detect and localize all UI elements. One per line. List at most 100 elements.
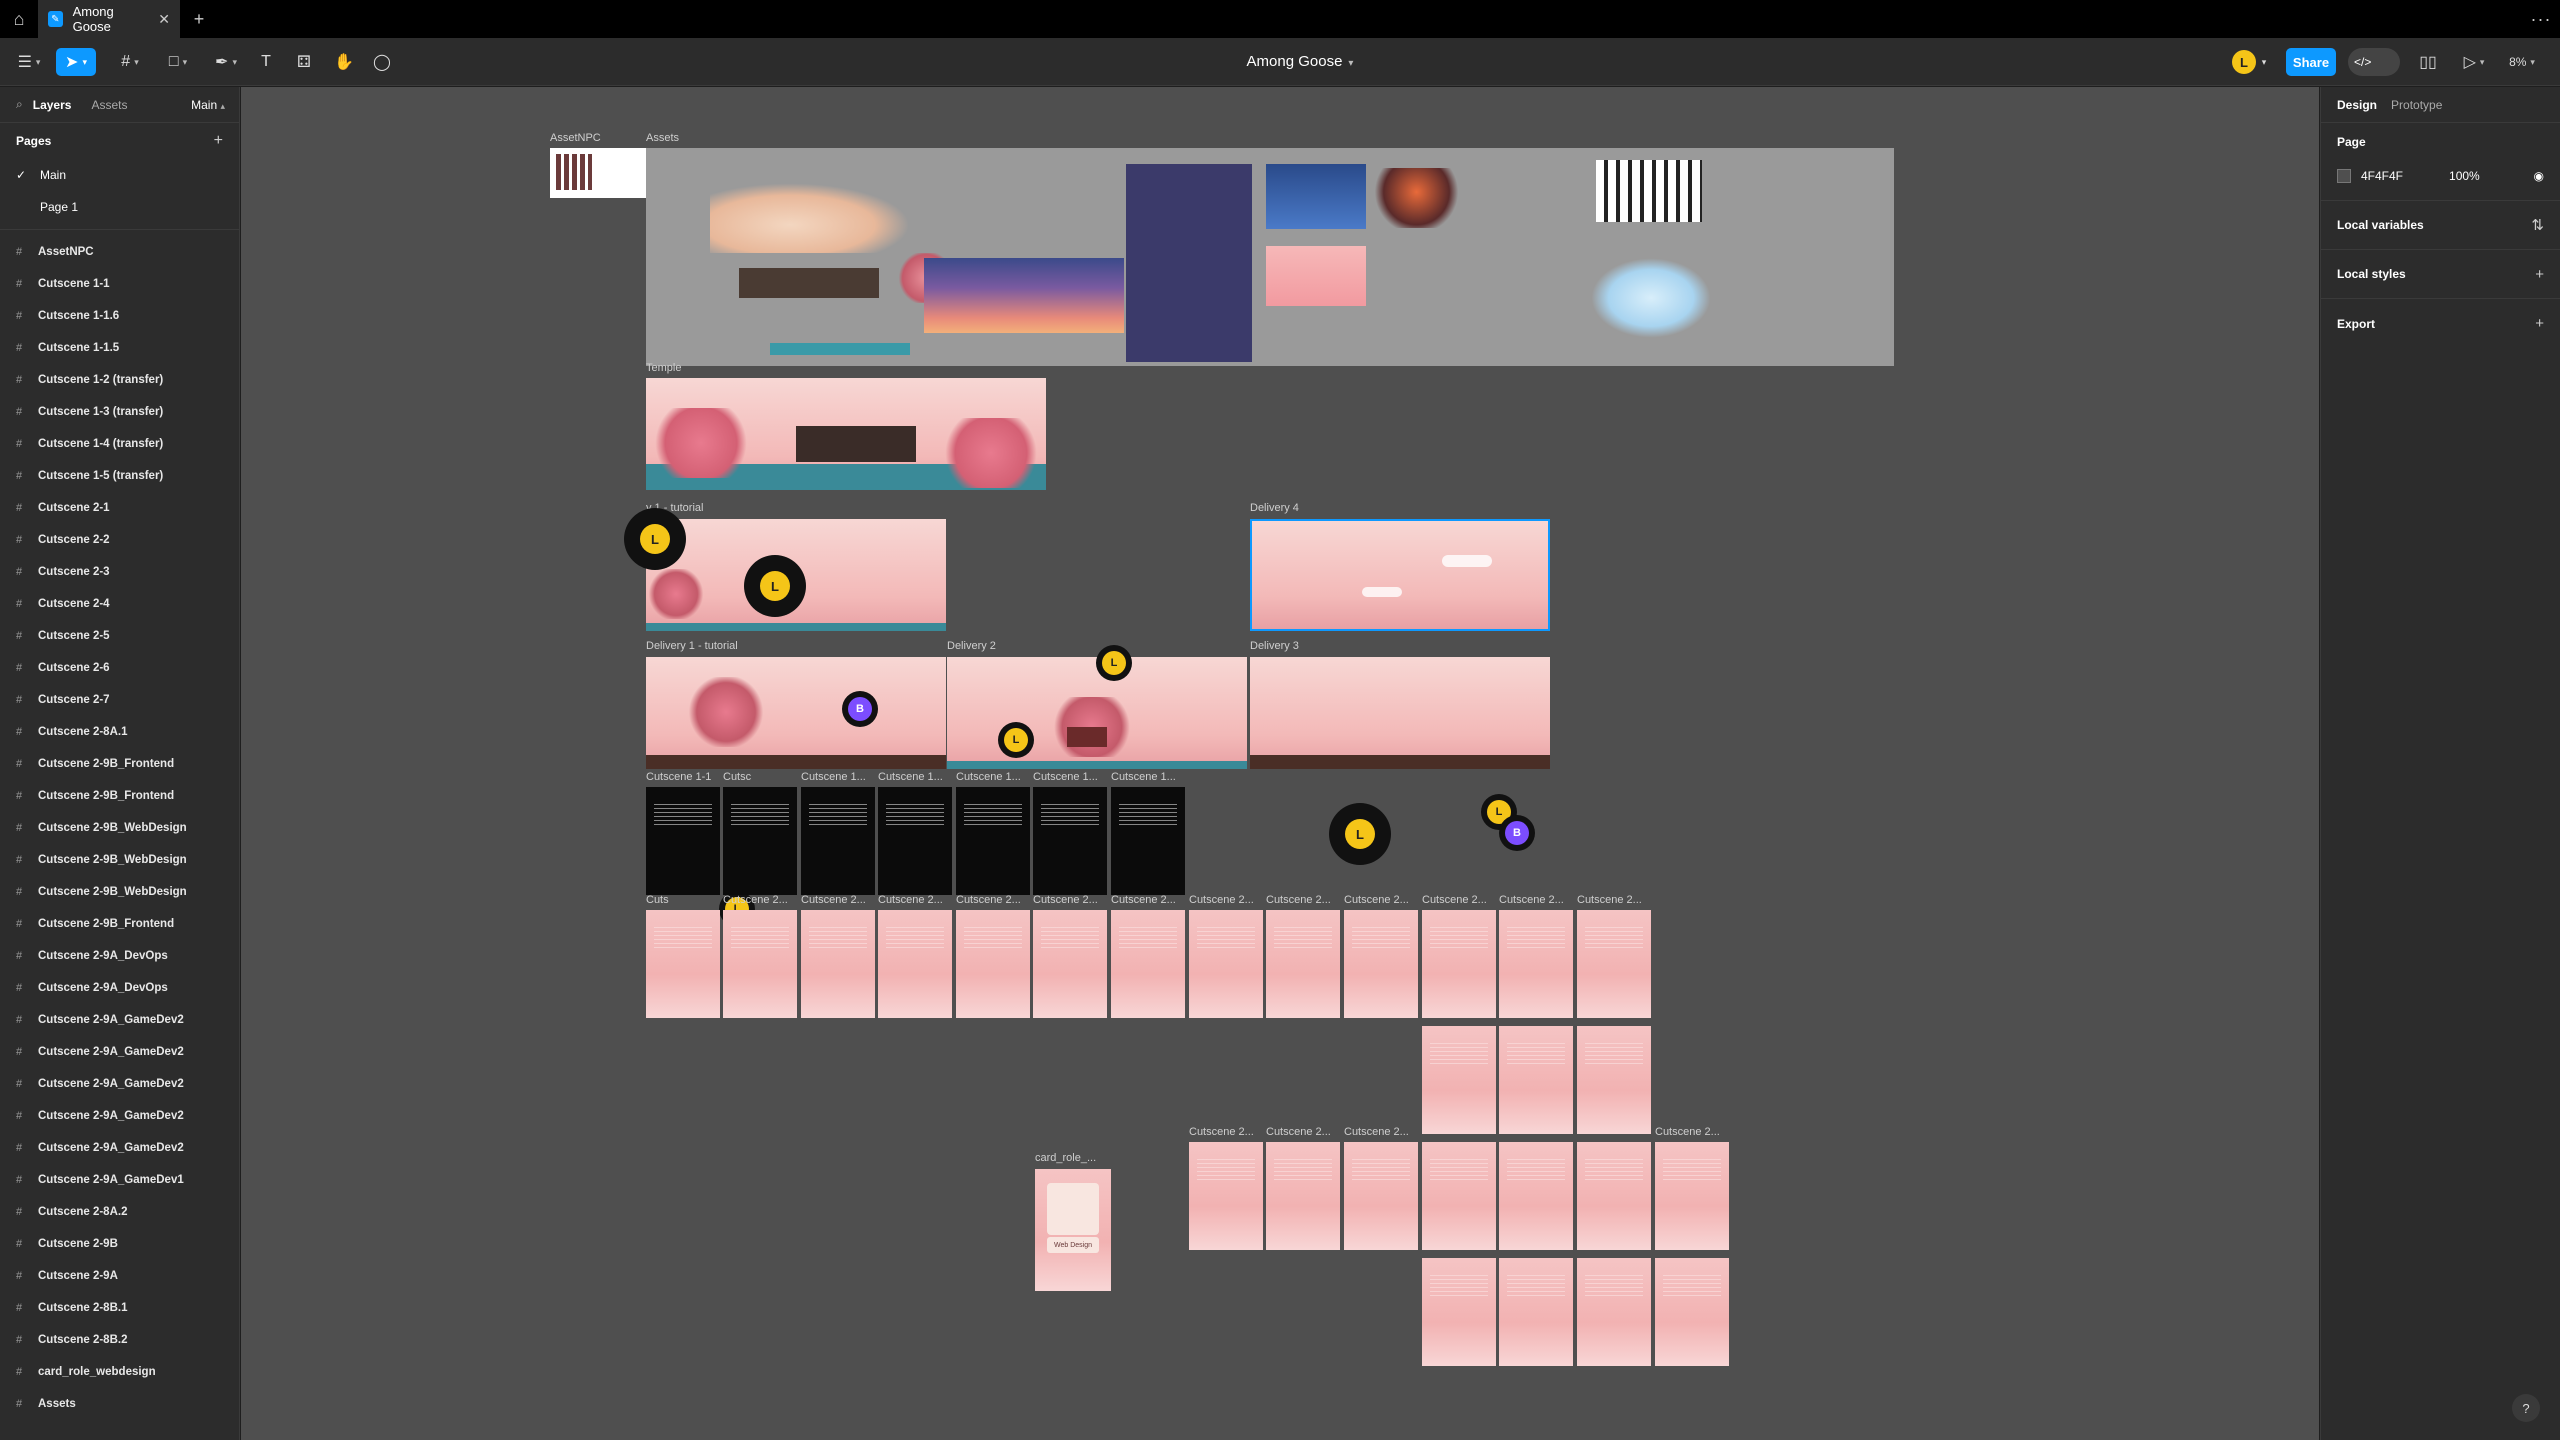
frame-card-role-webdesign[interactable]: Web Design [1035, 1169, 1111, 1291]
layer-item[interactable]: # Cutscene 2-9B [0, 1228, 239, 1260]
frame-cutscene-1[interactable] [1033, 787, 1107, 895]
frame-delivery3[interactable] [1250, 657, 1550, 769]
layer-item[interactable]: # card_role_webdesign [0, 1356, 239, 1388]
fill-hex[interactable]: 4F4F4F [2361, 169, 2403, 183]
frame-cutscene-2[interactable] [1499, 910, 1573, 1018]
add-export-button[interactable]: + [2535, 315, 2544, 332]
frame-cutscene-2[interactable] [956, 910, 1030, 1018]
frame-delivery4[interactable] [1250, 519, 1550, 631]
frame-assets[interactable] [646, 148, 1894, 366]
page-selector[interactable]: Main ▴ [191, 98, 225, 112]
layer-item[interactable]: # Cutscene 2-2 [0, 524, 239, 556]
tab-assets[interactable]: Assets [91, 98, 127, 112]
frame-cutscene-2[interactable] [1499, 1142, 1573, 1250]
layer-item[interactable]: # Cutscene 2-1 [0, 492, 239, 524]
dev-mode-toggle[interactable]: </> [2348, 48, 2400, 76]
chevron-down-icon[interactable]: ▾ [2256, 48, 2272, 76]
frame-cutscene-1[interactable] [956, 787, 1030, 895]
layer-item[interactable]: # Cutscene 2-8B.2 [0, 1324, 239, 1356]
layer-item[interactable]: # Assets [0, 1388, 239, 1420]
frame-cutscene-2[interactable] [1499, 1026, 1573, 1134]
layer-item[interactable]: # Cutscene 2-5 [0, 620, 239, 652]
layer-item[interactable]: # Cutscene 2-9B_WebDesign [0, 812, 239, 844]
local-styles-section[interactable]: Local styles + [2321, 250, 2560, 299]
layer-item[interactable]: # Cutscene 2-9A_DevOps [0, 972, 239, 1004]
frame-cutscene-2[interactable] [1344, 910, 1418, 1018]
zoom-dropdown[interactable]: 8% ▾ [2500, 48, 2544, 76]
add-style-button[interactable]: + [2535, 266, 2544, 283]
page-item[interactable]: ✓ Main [0, 159, 239, 191]
layer-item[interactable]: # Cutscene 2-3 [0, 556, 239, 588]
layer-item[interactable]: # Cutscene 2-8A.2 [0, 1196, 239, 1228]
layer-item[interactable]: # Cutscene 1-4 (transfer) [0, 428, 239, 460]
frame-cutscene-2[interactable] [646, 910, 720, 1018]
page-fill-row[interactable]: 4F4F4F 100% ◉ [2321, 161, 2560, 191]
home-icon[interactable]: ⌂ [0, 0, 38, 38]
frame-cutscene-2[interactable] [1422, 1026, 1496, 1134]
frame-cutscene-2[interactable] [1422, 910, 1496, 1018]
local-variables-section[interactable]: Local variables ⇅ [2321, 201, 2560, 250]
layer-item[interactable]: # Cutscene 2-9A_GameDev2 [0, 1100, 239, 1132]
tab-among-goose[interactable]: ✎ Among Goose ✕ [38, 0, 180, 38]
layer-item[interactable]: # Cutscene 2-9A_GameDev2 [0, 1036, 239, 1068]
frame-cutscene-1[interactable] [723, 787, 797, 895]
tab-design[interactable]: Design [2337, 98, 2377, 112]
frame-cutscene-2[interactable] [1577, 1142, 1651, 1250]
frame-cutscene-2[interactable] [1577, 910, 1651, 1018]
present-icon[interactable]: ▷ ▾ [2456, 48, 2492, 76]
layer-item[interactable]: # Cutscene 2-9B_WebDesign [0, 876, 239, 908]
document-title[interactable]: Among Goose ▾ [1200, 53, 1400, 70]
layer-item[interactable]: # Cutscene 2-9A_GameDev2 [0, 1132, 239, 1164]
more-menu-icon[interactable]: ··· [2522, 9, 2560, 30]
canvas[interactable]: AssetNPC Assets Temple y 1 - tutorial L … [241, 87, 2319, 1440]
add-page-button[interactable]: + [214, 132, 223, 150]
hand-tool-icon[interactable]: ✋ [330, 48, 358, 76]
frame-temple[interactable] [646, 378, 1046, 490]
frame-tool-icon[interactable]: # ▾ [110, 48, 150, 76]
frame-assetnpc[interactable] [550, 148, 646, 198]
frame-cutscene-2[interactable] [1266, 1142, 1340, 1250]
layer-item[interactable]: # Cutscene 1-5 (transfer) [0, 460, 239, 492]
tab-layers[interactable]: Layers [33, 98, 72, 112]
layer-item[interactable]: # Cutscene 2-7 [0, 684, 239, 716]
frame-delivery1-tutorial[interactable] [646, 657, 946, 769]
frame-cutscene-2[interactable] [1111, 910, 1185, 1018]
frame-cutscene-2[interactable] [1577, 1258, 1651, 1366]
sliders-icon[interactable]: ⇅ [2531, 216, 2544, 234]
frame-cutscene-2[interactable] [1189, 1142, 1263, 1250]
search-icon[interactable]: ⌕ [16, 97, 23, 112]
layer-item[interactable]: # Cutscene 2-8B.1 [0, 1292, 239, 1324]
frame-cutscene-2[interactable] [1344, 1142, 1418, 1250]
text-tool-icon[interactable]: T [252, 48, 280, 76]
layer-item[interactable]: # Cutscene 1-1.5 [0, 332, 239, 364]
layer-item[interactable]: # Cutscene 2-9A_GameDev2 [0, 1004, 239, 1036]
move-tool-icon[interactable]: ➤ ▾ [56, 48, 96, 76]
frame-cutscene-1[interactable] [878, 787, 952, 895]
layer-item[interactable]: # Cutscene 2-9A_DevOps [0, 940, 239, 972]
layer-item[interactable]: # Cutscene 1-3 (transfer) [0, 396, 239, 428]
resources-icon[interactable]: ⚃ [290, 48, 318, 76]
layer-item[interactable]: # Cutscene 2-9A_GameDev2 [0, 1068, 239, 1100]
frame-cutscene-1[interactable] [801, 787, 875, 895]
layer-item[interactable]: # Cutscene 2-9B_Frontend [0, 748, 239, 780]
frame-cutscene-2[interactable] [1189, 910, 1263, 1018]
layer-item[interactable]: # Cutscene 2-9A [0, 1260, 239, 1292]
layer-item[interactable]: # Cutscene 2-9A_GameDev1 [0, 1164, 239, 1196]
help-button[interactable]: ? [2512, 1394, 2540, 1422]
new-tab-button[interactable]: + [180, 9, 218, 30]
frame-cutscene-2[interactable] [1655, 1142, 1729, 1250]
frame-cutscene-2[interactable] [878, 910, 952, 1018]
tab-prototype[interactable]: Prototype [2391, 98, 2442, 112]
frame-cutscene-2[interactable] [801, 910, 875, 1018]
export-section[interactable]: Export + [2321, 299, 2560, 348]
frame-delivery2[interactable] [947, 657, 1247, 769]
layer-item[interactable]: # AssetNPC [0, 236, 239, 268]
layer-item[interactable]: # Cutscene 1-2 (transfer) [0, 364, 239, 396]
layer-item[interactable]: # Cutscene 2-4 [0, 588, 239, 620]
frame-cutscene-2[interactable] [1499, 1258, 1573, 1366]
shape-tool-icon[interactable]: □ ▾ [158, 48, 198, 76]
frame-cutscene-2[interactable] [723, 910, 797, 1018]
fill-swatch[interactable] [2337, 169, 2351, 183]
share-button[interactable]: Share [2286, 48, 2336, 76]
comment-tool-icon[interactable]: ◯ [368, 48, 396, 76]
